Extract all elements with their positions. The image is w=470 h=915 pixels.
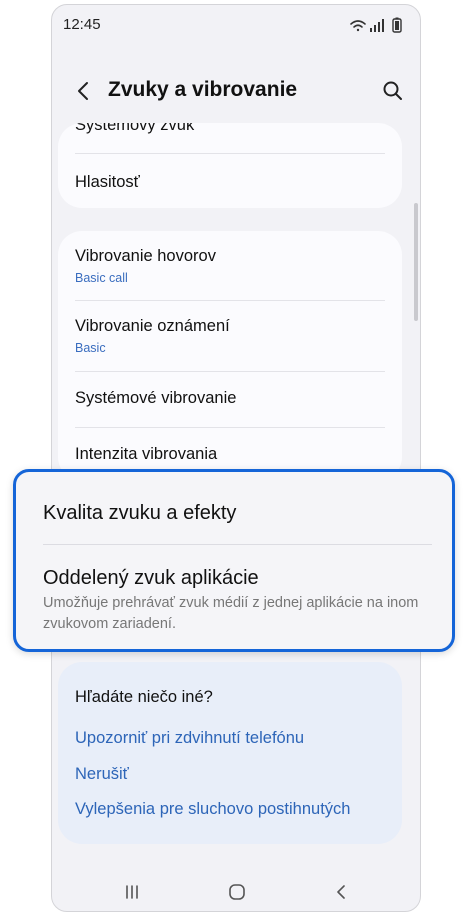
app-bar: Zvuky a vibrovanie [52,71,420,111]
highlighted-settings-group: Kvalita zvuku a efekty Oddelený zvuk apl… [13,469,455,652]
page-title: Zvuky a vibrovanie [108,78,298,101]
settings-item-separate-app-sound[interactable]: Oddelený zvuk aplikácie [43,567,259,590]
settings-item-system-vibration[interactable]: Systémové vibrovanie [75,389,385,408]
settings-item-sound-quality-effects[interactable]: Kvalita zvuku a efekty [43,502,236,525]
home-icon[interactable] [224,879,250,905]
back-arrow-icon[interactable] [69,76,99,106]
scrollbar[interactable] [414,203,418,321]
signal-icon [370,19,384,32]
divider [43,544,432,545]
settings-item-call-vibration[interactable]: Vibrovanie hovorov Basic call [75,247,385,285]
settings-item-volume[interactable]: Hlasitosť [75,173,385,192]
status-bar: 12:45 [52,5,420,45]
suggestion-link-raise-to-alert[interactable]: Upozorniť pri zdvihnutí telefónu [75,729,304,748]
settings-item-notification-vibration[interactable]: Vibrovanie oznámení Basic [75,317,385,355]
suggestion-link-hearing-enhancements[interactable]: Vylepšenia pre sluchovo postihnutých [75,800,350,819]
suggestions-card: Hľadáte niečo iné? Upozorniť pri zdvihnu… [58,662,402,844]
back-nav-icon[interactable] [328,879,354,905]
settings-group-sound: Systémový zvuk Hlasitosť [58,123,402,208]
status-icons [350,17,402,33]
divider [75,300,385,301]
search-icon[interactable] [378,76,408,106]
navigation-bar [52,873,420,911]
battery-icon [392,17,402,33]
recent-apps-icon[interactable] [119,879,145,905]
wifi-icon [350,20,366,32]
suggestions-title: Hľadáte niečo iné? [75,688,213,706]
settings-item-system-sound[interactable]: Systémový zvuk [75,123,385,135]
divider [75,153,385,154]
settings-item-vibration-intensity[interactable]: Intenzita vibrovania [75,445,385,464]
divider [75,427,385,428]
divider [75,371,385,372]
settings-group-vibration: Vibrovanie hovorov Basic call Vibrovanie… [58,231,402,481]
status-time: 12:45 [63,16,101,33]
phone-screen: 12:45 Zvuky a vibrovanie Systémový zvuk … [51,4,421,912]
suggestion-link-do-not-disturb[interactable]: Nerušiť [75,765,129,784]
separate-app-sound-description: Umožňuje prehrávať zvuk médií z jednej a… [43,595,419,632]
